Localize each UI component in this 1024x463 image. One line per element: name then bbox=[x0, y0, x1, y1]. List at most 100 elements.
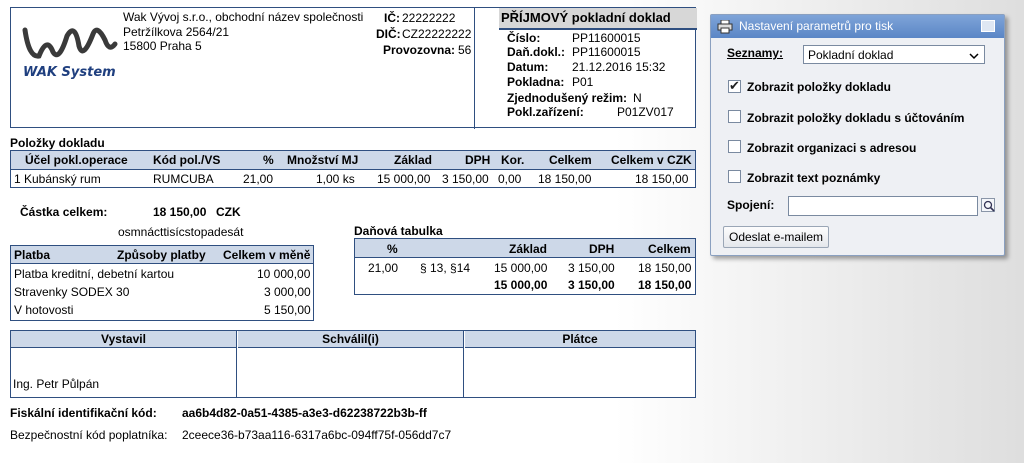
signature-approved: Schválil(i) bbox=[238, 331, 464, 397]
cell: 1,00 ks bbox=[316, 172, 355, 186]
total-words: osmnácttisícstopadesát bbox=[118, 225, 244, 239]
doc-field-value: 21.12.2016 15:32 bbox=[572, 60, 666, 74]
signature-payer: Plátce bbox=[465, 331, 695, 397]
items-table-header: Účel pokl.operace Kód pol./VS % Množství… bbox=[11, 151, 695, 170]
document-header: WAK System Wak Vývoj s.r.o., obchodní ná… bbox=[10, 7, 697, 129]
dic-label: DIČ: bbox=[376, 27, 401, 41]
tax-total: 18 150,00 bbox=[638, 261, 692, 275]
doc-field-label: Daň.dokl.: bbox=[507, 45, 566, 59]
payments-table-header: Platba Způsoby platby Celkem v měně bbox=[11, 246, 313, 264]
company-city: 15800 Praha 5 bbox=[123, 39, 202, 53]
doc-field-value: PP11600015 bbox=[572, 45, 641, 59]
chevron-down-icon bbox=[968, 50, 980, 60]
document-title-bar: PŘÍJMOVÝ pokladní doklad bbox=[499, 8, 697, 30]
company-street: Petržílkova 2564/21 bbox=[123, 25, 230, 39]
doc-field-label: Číslo: bbox=[507, 31, 541, 45]
dic-value: CZ22222222 bbox=[402, 27, 472, 41]
payment-name: Platba kreditní, debetní kartou bbox=[14, 267, 175, 281]
column-header: DPH bbox=[465, 153, 491, 167]
doc-field-value: P01ZV017 bbox=[617, 105, 674, 119]
cell: 15 000,00 bbox=[377, 172, 431, 186]
cell: 21,00 bbox=[243, 172, 274, 186]
payment-amount: 10 000,00 bbox=[257, 267, 311, 281]
column-header: Vystavil bbox=[11, 331, 236, 348]
provozovna-label: Provozovna: bbox=[383, 43, 456, 57]
doc-field-label: Zjednodušený režim: bbox=[507, 91, 628, 105]
option-label[interactable]: Zobrazit položky dokladu bbox=[747, 80, 891, 94]
option-label[interactable]: Zobrazit organizaci s adresou bbox=[747, 141, 916, 155]
fik-label: Fiskální identifikační kód: bbox=[10, 406, 157, 420]
cell: 18 150,00 bbox=[635, 172, 689, 186]
doc-field-label: Datum: bbox=[507, 60, 549, 74]
window-restore-icon[interactable] bbox=[981, 20, 995, 32]
column-header: Kor. bbox=[501, 153, 525, 167]
lists-label: Seznamy: bbox=[727, 46, 784, 60]
option-checkbox[interactable] bbox=[728, 140, 741, 153]
tax-sum-vat: 3 150,00 bbox=[568, 278, 615, 292]
option-checkbox[interactable] bbox=[728, 110, 741, 123]
column-header: Platba bbox=[14, 248, 51, 262]
column-header: DPH bbox=[589, 242, 615, 256]
column-header: Celkem bbox=[549, 153, 592, 167]
column-header: Plátce bbox=[465, 331, 695, 348]
ic-label: IČ: bbox=[384, 11, 400, 25]
ic-value: 22222222 bbox=[402, 11, 456, 25]
company-logo: WAK System bbox=[19, 16, 121, 82]
tax-sum-total: 18 150,00 bbox=[638, 278, 692, 292]
column-header: Schválil(i) bbox=[238, 331, 463, 348]
column-header: Celkem v měně bbox=[223, 248, 311, 262]
tax-table-header: % Základ DPH Celkem bbox=[355, 239, 695, 258]
document-title: PŘÍJMOVÝ pokladní doklad bbox=[501, 10, 671, 25]
send-email-button[interactable]: Odeslat e-mailem bbox=[723, 226, 829, 248]
column-header: Základ bbox=[394, 153, 433, 167]
items-table: Účel pokl.operace Kód pol./VS % Množství… bbox=[10, 150, 696, 188]
payment-name: Stravenky SODEX 30 bbox=[14, 285, 130, 299]
doc-field-label: Pokladna: bbox=[507, 75, 565, 89]
cell: 1 Kubánský rum bbox=[14, 172, 101, 186]
payment-name: V hotovosti bbox=[14, 303, 74, 317]
column-header: Způsoby platby bbox=[117, 248, 206, 262]
issued-by-name: Ing. Petr Půlpán bbox=[13, 377, 100, 391]
payments-table: Platba Způsoby platby Celkem v měně Plat… bbox=[10, 245, 314, 321]
search-icon[interactable] bbox=[981, 198, 997, 214]
cell: RUMCUBA bbox=[153, 172, 214, 186]
doc-field-value: N bbox=[633, 91, 642, 105]
payment-amount: 3 000,00 bbox=[264, 285, 311, 299]
panel-title-bar[interactable]: Nastavení parametrů pro tisk bbox=[711, 15, 1004, 38]
tax-base: 15 000,00 bbox=[494, 261, 548, 275]
doc-field-value: P01 bbox=[572, 75, 594, 89]
tax-vat: 3 150,00 bbox=[568, 261, 615, 275]
panel-title: Nastavení parametrů pro tisk bbox=[739, 19, 894, 33]
option-label[interactable]: Zobrazit položky dokladu s účtováním bbox=[747, 111, 964, 125]
column-header: Celkem bbox=[648, 242, 691, 256]
connection-label: Spojení: bbox=[727, 198, 775, 212]
payment-amount: 5 150,00 bbox=[264, 303, 311, 317]
lists-select[interactable]: Pokladní doklad bbox=[803, 45, 985, 64]
column-header: Základ bbox=[509, 242, 548, 256]
option-checkbox[interactable] bbox=[728, 170, 741, 183]
total-label: Částka celkem: bbox=[20, 205, 108, 219]
header-divider bbox=[474, 8, 475, 129]
option-label[interactable]: Zobrazit text poznámky bbox=[747, 171, 880, 185]
signatures-table: Vystavil Ing. Petr Půlpán Schválil(i) Pl… bbox=[10, 330, 696, 398]
cell: 0,00 bbox=[498, 172, 522, 186]
signature-issued: Vystavil Ing. Petr Půlpán bbox=[11, 331, 237, 397]
option-checkbox[interactable] bbox=[728, 78, 741, 94]
cell: 3 150,00 bbox=[442, 172, 489, 186]
fik-value: aa6b4d82-0a51-4385-a3e3-d62238722b3b-ff bbox=[182, 406, 427, 420]
bkp-value: 2ceece36-b73aa116-6317a6bc-094ff75f-056d… bbox=[182, 428, 452, 442]
table-row: 1 Kubánský rum RUMCUBA 21,00 1,00 ks 15 … bbox=[11, 171, 695, 188]
tax-section-title: Daňová tabulka bbox=[354, 224, 443, 238]
column-header: Celkem v CZK bbox=[611, 153, 692, 167]
items-section-title: Položky dokladu bbox=[10, 136, 105, 150]
connection-input[interactable] bbox=[788, 196, 978, 216]
provozovna-value: 56 bbox=[458, 43, 472, 57]
print-settings-panel: Nastavení parametrů pro tisk Seznamy: Po… bbox=[710, 14, 1005, 256]
doc-field-label: Pokl.zařízení: bbox=[507, 105, 584, 119]
doc-field-value: PP11600015 bbox=[572, 31, 641, 45]
tax-sum-base: 15 000,00 bbox=[494, 278, 548, 292]
column-header: Množství MJ bbox=[287, 153, 359, 167]
column-header: Kód pol./VS bbox=[153, 153, 221, 167]
company-name: Wak Vývoj s.r.o., obchodní název společn… bbox=[123, 10, 364, 24]
svg-text:WAK System: WAK System bbox=[23, 65, 116, 80]
